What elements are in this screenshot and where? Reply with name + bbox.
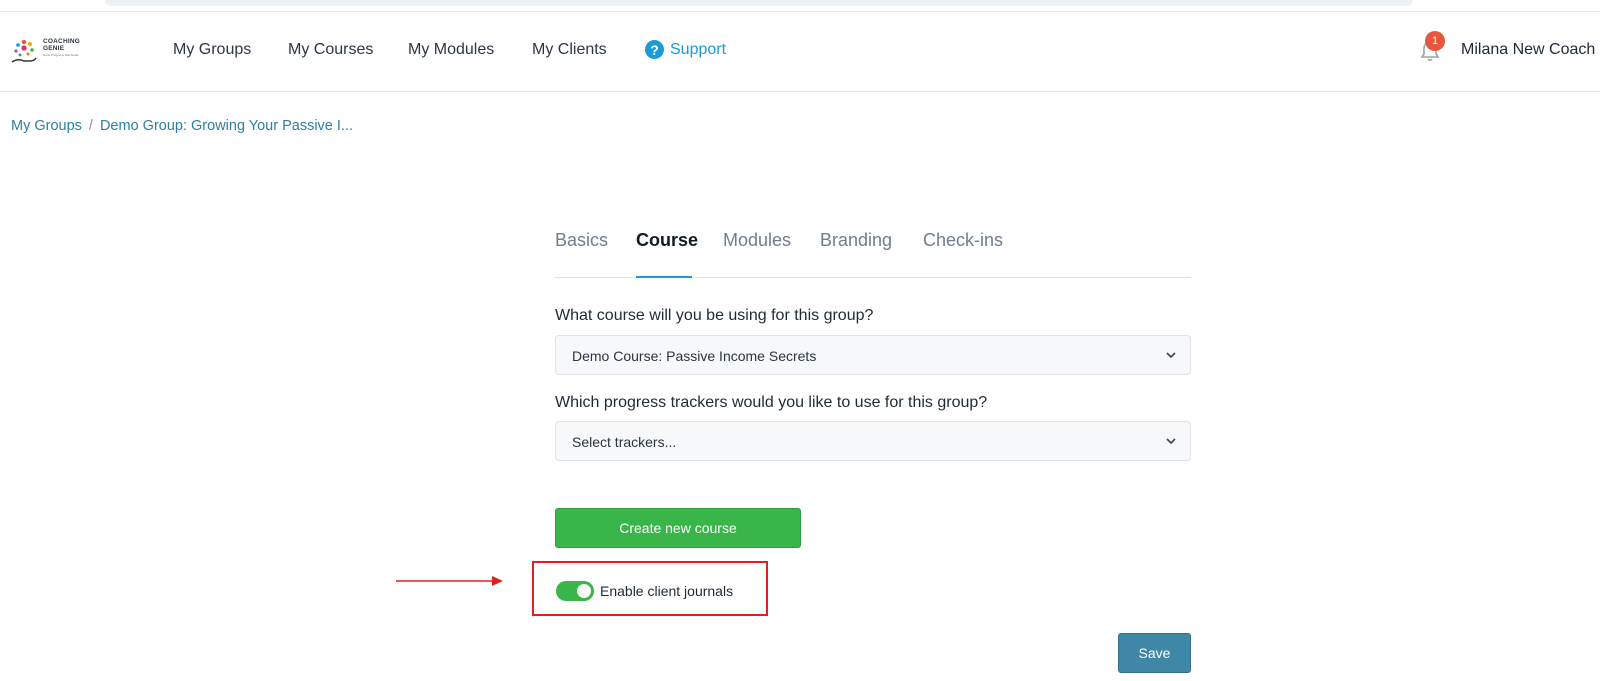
course-select-label: What course will you be using for this g… (555, 307, 874, 324)
red-arrow-icon (396, 576, 503, 586)
trackers-select[interactable]: Select trackers... (555, 421, 1191, 461)
logo-mark-icon (11, 39, 37, 63)
enable-client-journals-toggle[interactable] (556, 581, 594, 601)
enable-client-journals-label: Enable client journals (600, 583, 734, 599)
address-bar (105, 0, 1413, 6)
top-navbar: COACHING GENIE Grow Programs that Scale … (0, 12, 1600, 92)
create-new-course-button[interactable]: Create new course (555, 508, 801, 548)
logo-tagline: Grow Programs that Scale (43, 53, 79, 57)
coaching-genie-logo[interactable]: COACHING GENIE Grow Programs that Scale (10, 36, 90, 68)
breadcrumb: My Groups / Demo Group: Growing Your Pas… (11, 118, 353, 134)
support-label: Support (670, 40, 727, 58)
course-select-value: Demo Course: Passive Income Secrets (572, 348, 817, 364)
logo-line1: COACHING (43, 38, 80, 45)
chevron-down-icon (1166, 438, 1176, 445)
logo-line2: GENIE (43, 45, 65, 52)
logo-text: COACHING GENIE (43, 38, 80, 52)
course-select[interactable]: Demo Course: Passive Income Secrets (555, 335, 1191, 375)
save-button[interactable]: Save (1118, 633, 1191, 673)
nav-support[interactable]: ? Support (645, 40, 726, 59)
notification-badge: 1 (1425, 31, 1445, 51)
tab-basics[interactable]: Basics (555, 230, 608, 251)
tab-modules[interactable]: Modules (723, 230, 791, 251)
trackers-select-placeholder: Select trackers... (572, 434, 677, 450)
breadcrumb-current-group[interactable]: Demo Group: Growing Your Passive I... (100, 118, 353, 134)
question-circle-icon: ? (645, 40, 664, 59)
tab-branding[interactable]: Branding (820, 230, 892, 251)
browser-top-strip (0, 0, 1600, 12)
trackers-select-label: Which progress trackers would you like t… (555, 394, 988, 411)
nav-my-courses[interactable]: My Courses (288, 41, 373, 59)
toggle-knob (577, 584, 591, 598)
user-menu[interactable]: Milana New Coach L (1461, 41, 1600, 59)
settings-tabs: Basics Course Modules Branding Check-ins (555, 216, 1191, 278)
breadcrumb-my-groups[interactable]: My Groups (11, 118, 82, 134)
nav-my-modules[interactable]: My Modules (408, 41, 494, 59)
nav-my-clients[interactable]: My Clients (532, 41, 607, 59)
nav-my-groups[interactable]: My Groups (173, 41, 251, 59)
tab-course[interactable]: Course (636, 230, 698, 251)
breadcrumb-separator: / (88, 118, 93, 134)
chevron-down-icon (1166, 352, 1176, 359)
tab-check-ins[interactable]: Check-ins (923, 230, 1003, 251)
active-tab-indicator (636, 276, 692, 278)
